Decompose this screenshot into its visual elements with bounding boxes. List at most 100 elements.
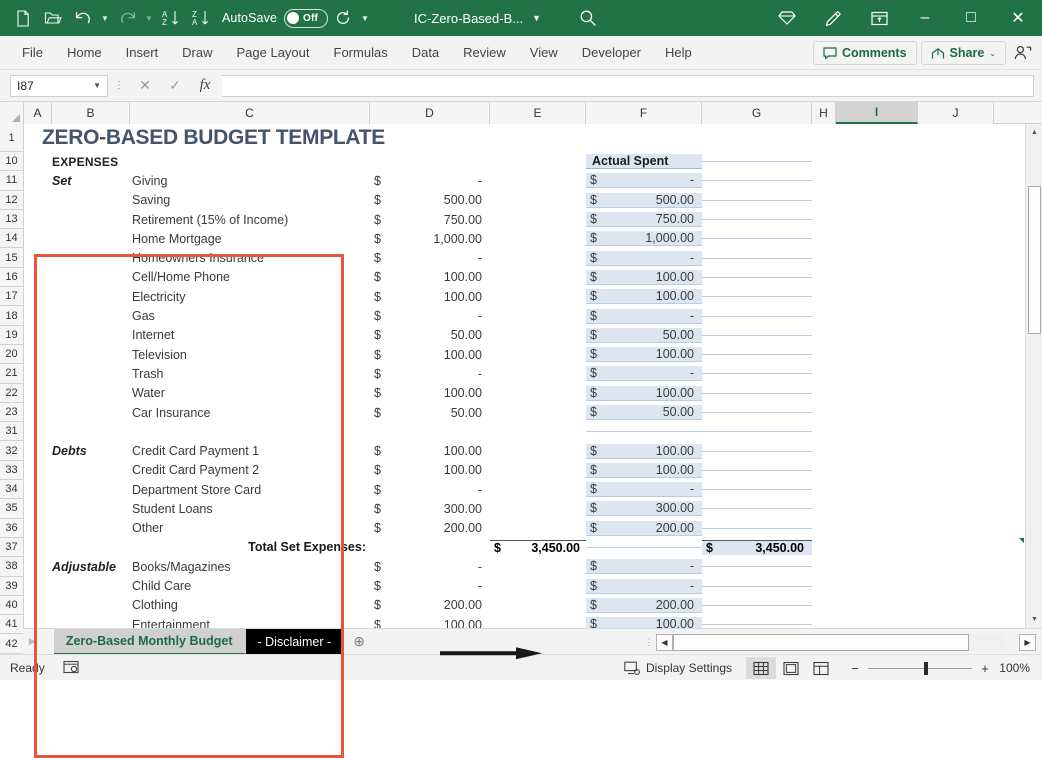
budget-amount-15[interactable]: $- xyxy=(370,251,490,265)
cell-g31[interactable] xyxy=(702,431,812,432)
zoom-out-button[interactable]: − xyxy=(848,661,862,676)
cell-g39[interactable] xyxy=(702,586,812,587)
next-sheet-icon[interactable]: ▶ xyxy=(29,636,36,647)
actual-amount-20[interactable]: $100.00 xyxy=(586,347,702,362)
ribbon-tab-data[interactable]: Data xyxy=(400,36,451,70)
ribbon-tab-page-layout[interactable]: Page Layout xyxy=(225,36,322,70)
budget-amount-20[interactable]: $100.00 xyxy=(370,348,490,362)
row-header-39[interactable]: 39 xyxy=(0,577,23,596)
budget-amount-18[interactable]: $- xyxy=(370,309,490,323)
actual-amount-40[interactable]: $200.00 xyxy=(586,598,702,613)
horizontal-scroll-thumb[interactable] xyxy=(673,634,969,651)
cell-c39[interactable]: Child Care xyxy=(130,579,370,593)
zoom-in-button[interactable]: + xyxy=(978,661,992,676)
budget-amount-38[interactable]: $- xyxy=(370,560,490,574)
cell-c38[interactable]: Books/Magazines xyxy=(130,560,370,574)
ribbon-tab-view[interactable]: View xyxy=(518,36,570,70)
chevron-down-icon[interactable]: ▼ xyxy=(532,13,541,23)
cell-g14[interactable] xyxy=(702,238,812,239)
cell-c35[interactable]: Student Loans xyxy=(130,502,370,516)
scrollbar-resize-handle[interactable]: ⋮ xyxy=(642,640,656,644)
cancel-formula-icon[interactable]: ✕ xyxy=(130,75,160,97)
cell-c40[interactable]: Clothing xyxy=(130,598,370,612)
actual-amount-14[interactable]: $1,000.00 xyxy=(586,231,702,246)
cell-b32[interactable]: Debts xyxy=(52,444,130,458)
formula-bar-handle[interactable]: ⋮ xyxy=(108,84,130,88)
ribbon-tab-review[interactable]: Review xyxy=(451,36,518,70)
row-header-18[interactable]: 18 xyxy=(0,306,23,325)
maximize-button[interactable]: □ xyxy=(948,0,994,36)
sort-ascending-icon[interactable]: AZ xyxy=(156,4,186,32)
redo-dropdown-icon[interactable]: ▼ xyxy=(142,4,156,32)
autosave-control[interactable]: AutoSave Off xyxy=(222,9,328,28)
budget-amount-11[interactable]: $- xyxy=(370,174,490,188)
normal-view-icon[interactable] xyxy=(746,657,776,679)
actual-amount-11[interactable]: $- xyxy=(586,173,702,188)
budget-amount-22[interactable]: $100.00 xyxy=(370,386,490,400)
ribbon-display-options-icon[interactable] xyxy=(856,0,902,36)
cell-c41[interactable]: Entertainment xyxy=(130,618,370,628)
row-header-16[interactable]: 16 xyxy=(0,268,23,287)
actual-amount-38[interactable]: $- xyxy=(586,559,702,574)
select-all-corner[interactable] xyxy=(0,102,24,124)
cell-g33[interactable] xyxy=(702,470,812,471)
accessibility-checker-icon[interactable] xyxy=(63,660,79,675)
cell-c16[interactable]: Cell/Home Phone xyxy=(130,270,370,284)
scroll-left-button[interactable]: ◀ xyxy=(656,634,673,651)
zoom-level-label[interactable]: 100% xyxy=(998,661,1034,675)
autosave-toggle[interactable]: Off xyxy=(284,9,328,28)
cell-b38[interactable]: Adjustable xyxy=(52,560,130,574)
row-header-17[interactable]: 17 xyxy=(0,287,23,306)
row-header-21[interactable]: 21 xyxy=(0,364,23,383)
actual-amount-17[interactable]: $100.00 xyxy=(586,289,702,304)
row-header-31[interactable]: 31 xyxy=(0,422,23,441)
cell-g34[interactable] xyxy=(702,489,812,490)
row-header-20[interactable]: 20 xyxy=(0,345,23,364)
cell-b11[interactable]: Set xyxy=(52,174,130,188)
redo-icon[interactable] xyxy=(112,4,142,32)
cell-g36[interactable] xyxy=(702,528,812,529)
ribbon-tab-draw[interactable]: Draw xyxy=(170,36,224,70)
minimize-button[interactable]: – xyxy=(902,0,948,36)
cell-g20[interactable] xyxy=(702,354,812,355)
horizontal-scrollbar[interactable]: ⋮ ◀ ▶ xyxy=(642,630,1036,654)
undo-dropdown-icon[interactable]: ▼ xyxy=(98,4,112,32)
share-chevron-down-icon[interactable]: ⌄ xyxy=(989,49,996,58)
row-header-23[interactable]: 23 xyxy=(0,403,23,422)
ribbon-tab-file[interactable]: File xyxy=(10,36,55,70)
actual-amount-41[interactable]: $100.00 xyxy=(586,617,702,628)
actual-amount-18[interactable]: $- xyxy=(586,309,702,324)
row-header-34[interactable]: 34 xyxy=(0,480,23,499)
budget-amount-13[interactable]: $750.00 xyxy=(370,213,490,227)
budget-amount-36[interactable]: $200.00 xyxy=(370,521,490,535)
vertical-scrollbar[interactable]: ▲ ▼ xyxy=(1025,124,1042,628)
budget-amount-33[interactable]: $100.00 xyxy=(370,463,490,477)
cell-c20[interactable]: Television xyxy=(130,348,370,362)
cell-c18[interactable]: Gas xyxy=(130,309,370,323)
cell-g18[interactable] xyxy=(702,316,812,317)
row-header-1[interactable]: 1 xyxy=(0,124,23,152)
display-settings-button[interactable]: Display Settings xyxy=(624,661,746,676)
cell-g13[interactable] xyxy=(702,219,812,220)
cell-g38[interactable] xyxy=(702,566,812,567)
row-header-38[interactable]: 38 xyxy=(0,557,23,576)
cell-g32[interactable] xyxy=(702,451,812,452)
budget-amount-21[interactable]: $- xyxy=(370,367,490,381)
actual-amount-12[interactable]: $500.00 xyxy=(586,193,702,208)
budget-amount-19[interactable]: $50.00 xyxy=(370,328,490,342)
open-folder-icon[interactable] xyxy=(38,4,68,32)
budget-amount-41[interactable]: $100.00 xyxy=(370,618,490,628)
ribbon-tab-help[interactable]: Help xyxy=(653,36,704,70)
budget-amount-40[interactable]: $200.00 xyxy=(370,598,490,612)
cell-c21[interactable]: Trash xyxy=(130,367,370,381)
page-layout-view-icon[interactable] xyxy=(776,657,806,679)
cell-c23[interactable]: Car Insurance xyxy=(130,406,370,420)
cell-g12[interactable] xyxy=(702,200,812,201)
share-button[interactable]: Share ⌄ xyxy=(921,41,1006,65)
close-button[interactable]: ✕ xyxy=(994,0,1042,36)
ribbon-tab-developer[interactable]: Developer xyxy=(570,36,653,70)
pen-icon[interactable] xyxy=(810,0,856,36)
undo-icon[interactable] xyxy=(68,4,98,32)
budget-amount-16[interactable]: $100.00 xyxy=(370,270,490,284)
row-header-42[interactable]: 42 xyxy=(0,634,23,653)
